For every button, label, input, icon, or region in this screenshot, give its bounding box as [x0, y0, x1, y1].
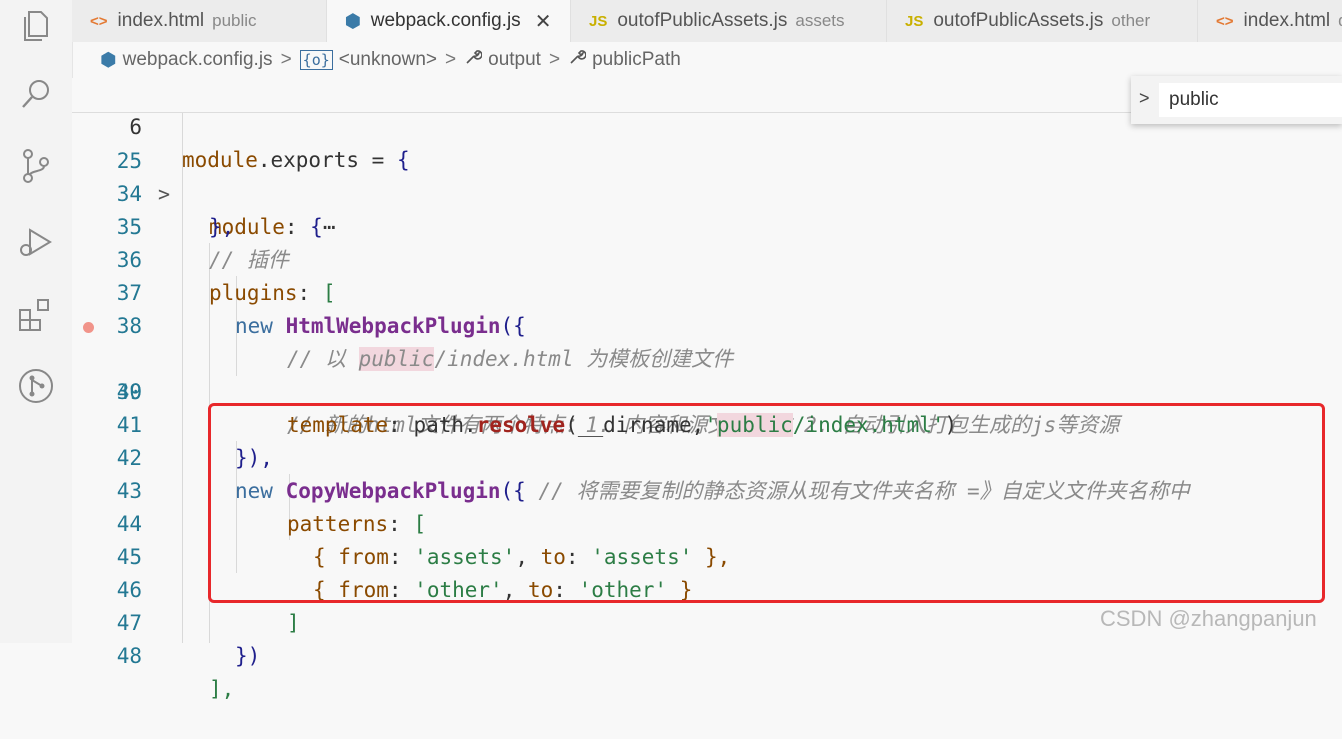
code-line: 40 template: path.resolve(__dirname,'pub…: [116, 380, 958, 437]
breadcrumb: ⬢ webpack.config.js > {o} <unknown> > ou…: [72, 42, 1342, 78]
code-line: 36 plugins: [: [116, 248, 336, 305]
tab-hint: assets: [795, 11, 845, 30]
html-file-icon: <>: [1216, 12, 1234, 30]
chevron-right-icon: >: [445, 49, 457, 70]
find-widget: >: [1131, 76, 1342, 124]
run-debug-icon[interactable]: [16, 222, 56, 262]
chevron-right-icon: >: [280, 49, 292, 70]
tab-index-html-dist[interactable]: <> index.html dis: [1198, 0, 1342, 42]
webpack-file-icon: ⬢: [345, 10, 361, 31]
close-icon[interactable]: ✕: [535, 9, 552, 34]
find-input[interactable]: [1159, 83, 1342, 117]
tab-label: webpack.config.js: [370, 10, 521, 31]
source-control-icon[interactable]: [16, 146, 56, 186]
tab-hint: dis: [1338, 11, 1342, 31]
tab-outofpublicassets-assets[interactable]: JS outofPublicAssets.js assets: [571, 0, 887, 42]
chevron-right-icon: >: [548, 49, 561, 70]
highlight-annotation-box: [208, 403, 1325, 603]
toggle-replace-chevron-icon[interactable]: >: [1139, 88, 1150, 109]
code-line: 39 // 新的html文件有两个特点：1. 内容和源文件一致 2. 自动引入打…: [72, 310, 1342, 437]
tab-webpack-config[interactable]: ⬢ webpack.config.js ✕: [327, 0, 571, 42]
breadcrumb-file[interactable]: ⬢ webpack.config.js: [100, 49, 273, 72]
js-file-icon: JS: [589, 12, 608, 30]
tab-label: outofPublicAssets.js: [933, 10, 1104, 31]
tab-label: index.html: [1243, 10, 1331, 31]
js-file-icon: JS: [905, 12, 924, 30]
explorer-icon[interactable]: [16, 6, 56, 46]
tab-index-html-public[interactable]: <> index.html public: [72, 0, 327, 42]
wrench-icon: [464, 48, 483, 72]
tab-label: outofPublicAssets.js: [617, 10, 788, 31]
html-file-icon: <>: [90, 12, 108, 30]
tab-label: index.html: [117, 10, 205, 31]
code-line: 34 },: [116, 182, 235, 239]
code-line: 37 new HtmlWebpackPlugin({: [116, 281, 526, 338]
git-graph-icon[interactable]: [16, 366, 56, 406]
wrench-icon: [568, 48, 587, 72]
code-line: 35 // 插件: [116, 215, 289, 272]
extensions-icon[interactable]: [16, 294, 56, 334]
tab-hint: public: [212, 11, 257, 30]
code-line: 38 // 以 public/index.html 为模板创建文件: [116, 314, 734, 371]
breadcrumb-output[interactable]: output: [464, 48, 541, 72]
variable-icon: {o}: [299, 50, 333, 70]
breadcrumb-publicpath[interactable]: publicPath: [568, 48, 681, 72]
breadcrumb-unknown[interactable]: {o} <unknown>: [299, 49, 437, 71]
search-icon[interactable]: [16, 74, 56, 114]
activity-bar: [0, 0, 73, 643]
tab-hint: other: [1111, 11, 1151, 30]
watermark: CSDN @zhangpanjun: [1100, 606, 1317, 631]
breakpoint-icon[interactable]: [83, 322, 94, 333]
webpack-file-icon: ⬢: [100, 49, 117, 71]
editor-tabs: <> index.html public ⬢ webpack.config.js…: [72, 0, 1342, 42]
tab-outofpublicassets-other[interactable]: JS outofPublicAssets.js other: [887, 0, 1198, 42]
